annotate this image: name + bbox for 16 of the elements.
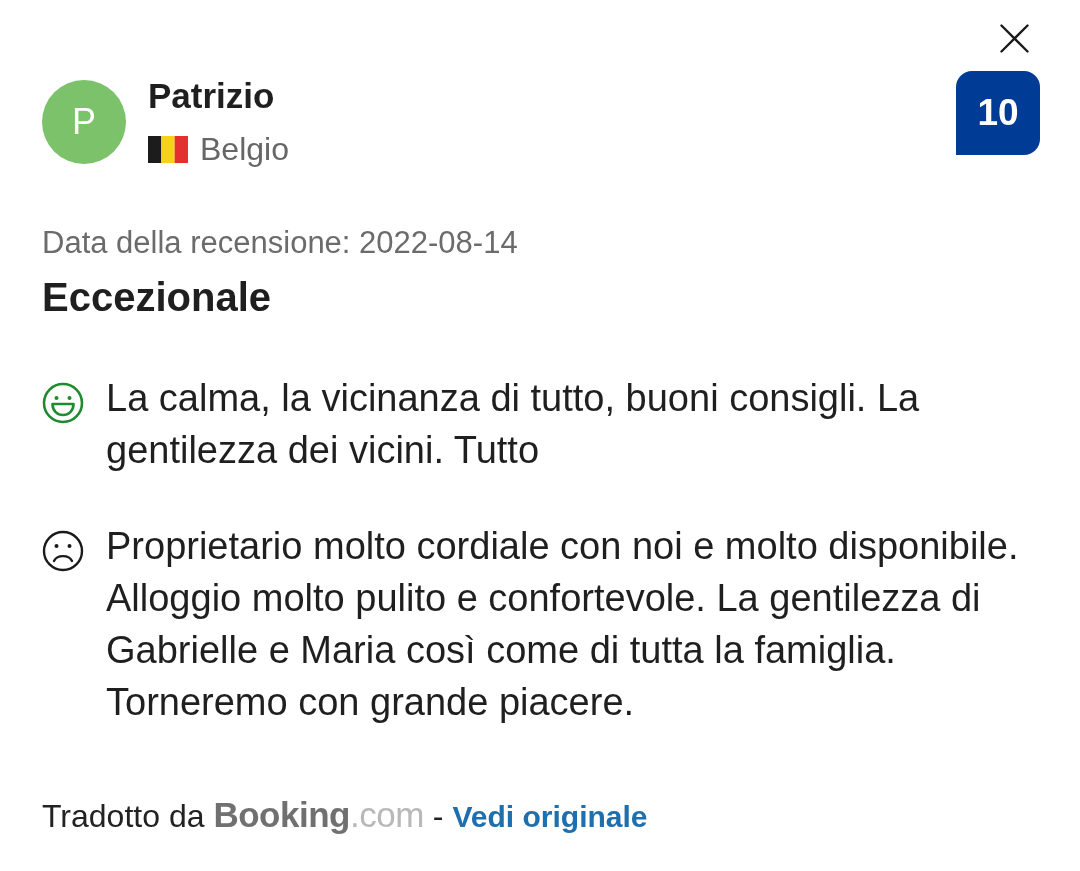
frowning-face-icon [42, 530, 84, 572]
avatar-circle: P [42, 80, 126, 164]
review-comment: Proprietario molto cordiale con noi e molto disponibile. Alloggio molto pulito e confortevole. La gentilezza di Gabrielle e Maria così come di tutta la famiglia. Torneremo con grande piacere. [106, 524, 1020, 725]
close-icon[interactable] [1000, 24, 1029, 53]
translated-by-label: Tradotto da [42, 797, 205, 835]
separator-dash: - [432, 797, 444, 835]
smiling-face-icon [42, 382, 84, 424]
brand-logo: Booking.com [213, 796, 424, 834]
review-comment: La calma, la vicinanza di tutto, buoni consigli. La gentilezza dei vicini. Tutto [106, 376, 921, 473]
review-title: Eccezionale [42, 274, 272, 321]
reviewer-country: Belgio [200, 131, 289, 167]
view-original-link[interactable]: Vedi originale [452, 798, 648, 836]
flag-icon [148, 135, 188, 163]
reviewer-name: Patrizio [148, 76, 276, 116]
score-badge: 10 [956, 71, 1040, 155]
review-date: Data della recensione: 2022-08-14 [42, 225, 519, 261]
